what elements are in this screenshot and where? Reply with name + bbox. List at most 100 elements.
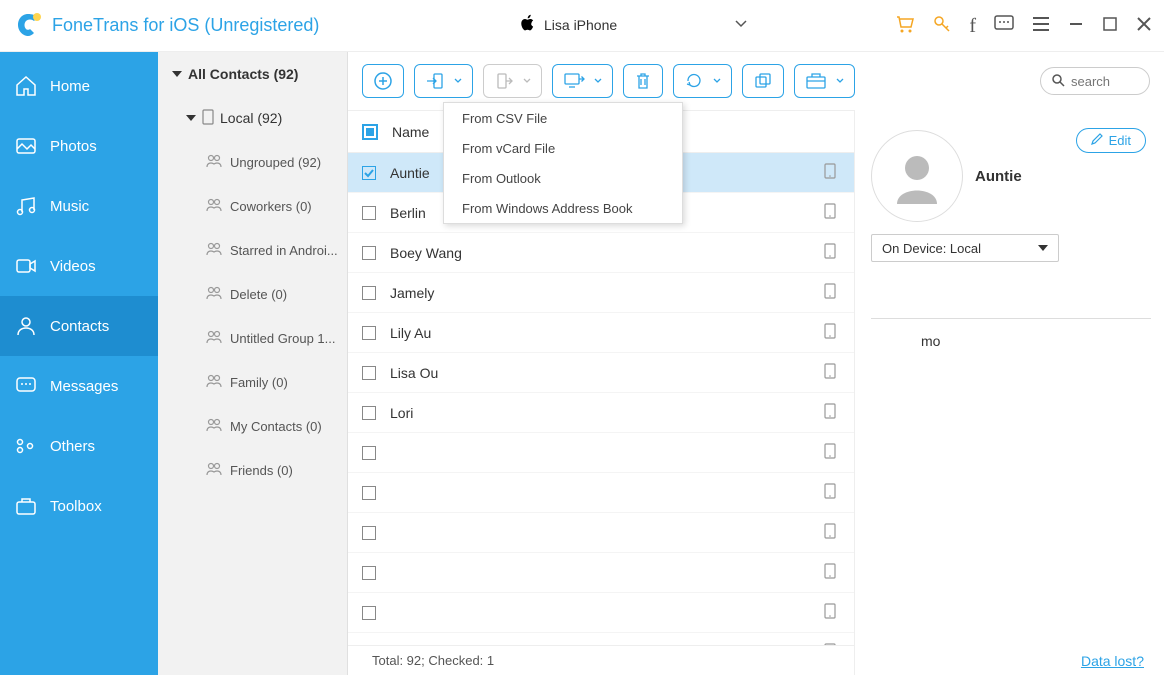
dropdown-item-wab[interactable]: From Windows Address Book — [444, 193, 682, 223]
sidebar-label: Others — [50, 438, 95, 455]
chevron-down-icon — [594, 76, 602, 87]
people-icon — [206, 462, 222, 479]
row-checkbox[interactable] — [362, 566, 376, 580]
dedupe-button[interactable] — [742, 64, 784, 98]
group-item-label: Starred in Androi... — [230, 243, 338, 258]
feedback-icon[interactable] — [994, 15, 1014, 38]
group-local[interactable]: Local (92) — [158, 96, 347, 140]
device-selector[interactable]: Lisa iPhone — [520, 14, 747, 35]
group-item[interactable]: Starred in Androi... — [158, 228, 347, 272]
group-item[interactable]: Coworkers (0) — [158, 184, 347, 228]
chevron-down-icon — [454, 76, 462, 87]
backup-button[interactable] — [794, 64, 855, 98]
sidebar-item-others[interactable]: Others — [0, 416, 158, 476]
sidebar-item-toolbox[interactable]: Toolbox — [0, 476, 158, 536]
group-header-all[interactable]: All Contacts (92) — [158, 52, 347, 96]
close-icon[interactable] — [1136, 16, 1152, 37]
groups-panel: All Contacts (92) Local (92) Ungrouped (… — [158, 52, 348, 675]
contact-name-cell: Jamely — [390, 285, 434, 301]
detail-field: mo — [921, 333, 1148, 349]
contact-row[interactable]: Jamely — [348, 273, 854, 313]
row-checkbox[interactable] — [362, 206, 376, 220]
contact-row[interactable] — [348, 593, 854, 633]
sidebar-item-contacts[interactable]: Contacts — [0, 296, 158, 356]
sidebar-item-music[interactable]: Music — [0, 176, 158, 236]
contacts-icon — [14, 314, 38, 338]
row-checkbox[interactable] — [362, 246, 376, 260]
device-select-label: On Device: Local — [882, 241, 981, 256]
contact-row[interactable]: ⋮ — [348, 633, 854, 645]
sidebar-label: Messages — [50, 378, 118, 395]
people-icon — [206, 242, 222, 259]
row-checkbox[interactable] — [362, 486, 376, 500]
sidebar-label: Toolbox — [50, 498, 102, 515]
search-box[interactable] — [1040, 67, 1150, 95]
sidebar-label: Home — [50, 78, 90, 95]
menu-icon[interactable] — [1032, 16, 1050, 37]
row-checkbox[interactable] — [362, 406, 376, 420]
row-checkbox[interactable] — [362, 606, 376, 620]
row-checkbox[interactable] — [362, 446, 376, 460]
row-checkbox[interactable] — [362, 366, 376, 380]
music-icon — [14, 194, 38, 218]
add-button[interactable] — [362, 64, 404, 98]
sidebar-item-messages[interactable]: Messages — [0, 356, 158, 416]
sidebar-item-photos[interactable]: Photos — [0, 116, 158, 176]
contact-row[interactable] — [348, 513, 854, 553]
row-checkbox[interactable] — [362, 526, 376, 540]
refresh-button[interactable] — [673, 64, 732, 98]
contact-row[interactable]: Lori — [348, 393, 854, 433]
edit-label: Edit — [1109, 133, 1131, 148]
row-checkbox[interactable] — [362, 166, 376, 180]
export-device-button[interactable] — [483, 64, 542, 98]
group-label: All Contacts (92) — [188, 66, 298, 82]
messages-icon — [14, 374, 38, 398]
maximize-icon[interactable] — [1102, 16, 1118, 37]
avatar — [871, 130, 963, 222]
cart-icon[interactable] — [895, 14, 915, 39]
minimize-icon[interactable] — [1068, 16, 1084, 37]
sidebar-item-videos[interactable]: Videos — [0, 236, 158, 296]
device-select[interactable]: On Device: Local — [871, 234, 1059, 262]
sidebar-label: Photos — [50, 138, 97, 155]
sidebar-label: Videos — [50, 258, 96, 275]
key-icon[interactable] — [933, 15, 951, 38]
group-item[interactable]: Friends (0) — [158, 448, 347, 492]
others-icon — [14, 434, 38, 458]
group-item[interactable]: My Contacts (0) — [158, 404, 347, 448]
contact-row[interactable] — [348, 473, 854, 513]
chevron-down-icon — [523, 76, 531, 87]
dropdown-item-csv[interactable]: From CSV File — [444, 103, 682, 133]
edit-button[interactable]: Edit — [1076, 128, 1146, 153]
sidebar-item-home[interactable]: Home — [0, 56, 158, 116]
contact-row[interactable]: Lily Au — [348, 313, 854, 353]
group-item[interactable]: Untitled Group 1... — [158, 316, 347, 360]
facebook-icon[interactable]: f — [969, 15, 976, 38]
pencil-icon — [1091, 133, 1103, 148]
export-pc-button[interactable] — [552, 64, 613, 98]
dropdown-item-outlook[interactable]: From Outlook — [444, 163, 682, 193]
people-icon — [206, 198, 222, 215]
contact-row[interactable]: Lisa Ou — [348, 353, 854, 393]
group-item[interactable]: Ungrouped (92) — [158, 140, 347, 184]
delete-button[interactable] — [623, 64, 663, 98]
people-icon — [206, 418, 222, 435]
import-button[interactable] — [414, 64, 473, 98]
contact-row[interactable]: Boey Wang — [348, 233, 854, 273]
people-icon — [206, 330, 222, 347]
group-item-label: Ungrouped (92) — [230, 155, 321, 170]
title-controls: f — [895, 14, 1152, 39]
contact-row[interactable] — [348, 553, 854, 593]
header-checkbox[interactable] — [362, 124, 378, 140]
row-checkbox[interactable] — [362, 326, 376, 340]
row-checkbox[interactable] — [362, 286, 376, 300]
data-lost-link[interactable]: Data lost? — [1081, 653, 1144, 669]
contact-row[interactable] — [348, 433, 854, 473]
search-input[interactable] — [1071, 74, 1131, 89]
group-item-label: My Contacts (0) — [230, 419, 322, 434]
chevron-down-icon — [1038, 245, 1048, 251]
contact-name-cell: Auntie — [390, 165, 430, 181]
dropdown-item-vcard[interactable]: From vCard File — [444, 133, 682, 163]
group-item[interactable]: Family (0) — [158, 360, 347, 404]
group-item[interactable]: Delete (0) — [158, 272, 347, 316]
